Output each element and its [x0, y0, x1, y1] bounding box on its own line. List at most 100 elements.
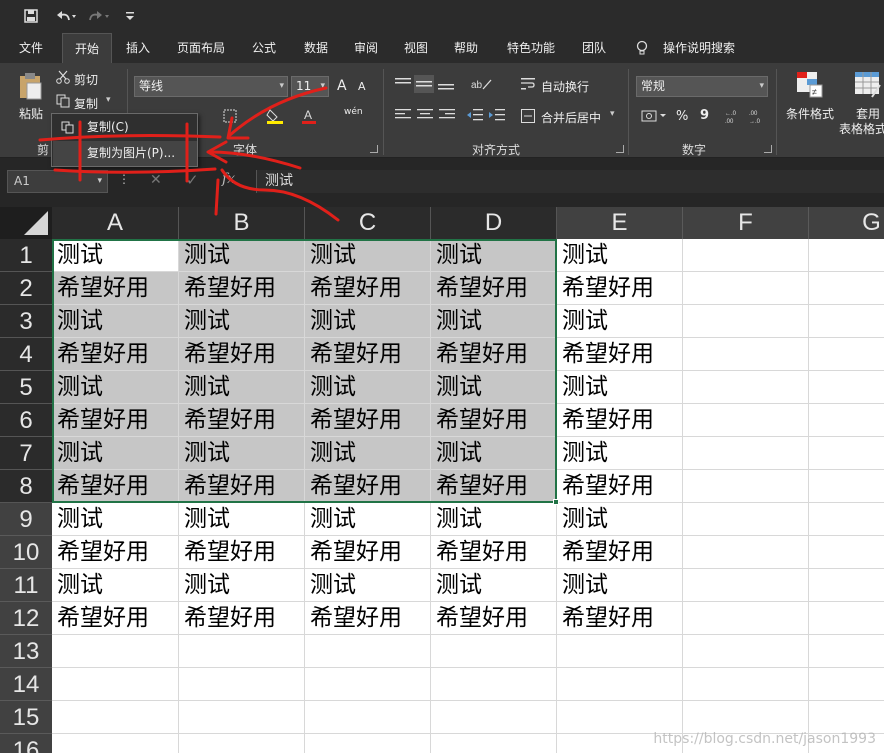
- cell-b6[interactable]: 希望好用: [179, 404, 305, 437]
- cell-f12[interactable]: [683, 602, 809, 635]
- cell-a14[interactable]: [52, 668, 179, 701]
- cell-e1[interactable]: 测试: [557, 239, 683, 272]
- cell-e4[interactable]: 希望好用: [557, 338, 683, 371]
- row-header-10[interactable]: 10: [0, 536, 52, 569]
- cell-b5[interactable]: 测试: [179, 371, 305, 404]
- cut-button[interactable]: 剪切: [74, 71, 98, 88]
- cell-a6[interactable]: 希望好用: [52, 404, 179, 437]
- column-header-f[interactable]: F: [683, 207, 809, 239]
- column-header-b[interactable]: B: [179, 207, 305, 239]
- formula-input[interactable]: 测试: [256, 170, 884, 193]
- redo-icon[interactable]: [86, 6, 112, 26]
- cell-e9[interactable]: 测试: [557, 503, 683, 536]
- cell-b3[interactable]: 测试: [179, 305, 305, 338]
- format-as-table-label-2[interactable]: 表格格式: [839, 120, 884, 137]
- tab-home[interactable]: 开始: [62, 33, 112, 63]
- cell-f1[interactable]: [683, 239, 809, 272]
- cell-a7[interactable]: 测试: [52, 437, 179, 470]
- cell-f11[interactable]: [683, 569, 809, 602]
- cell-e15[interactable]: [557, 701, 683, 734]
- decrease-indent-icon[interactable]: [466, 108, 484, 122]
- cell-e5[interactable]: 测试: [557, 371, 683, 404]
- comma-style-button[interactable]: 9: [700, 108, 709, 123]
- cell-a10[interactable]: 希望好用: [52, 536, 179, 569]
- row-header-11[interactable]: 11: [0, 569, 52, 602]
- cell-e10[interactable]: 希望好用: [557, 536, 683, 569]
- align-right-icon[interactable]: [438, 108, 456, 122]
- grow-font-button[interactable]: A: [337, 78, 347, 94]
- undo-icon[interactable]: [52, 6, 78, 26]
- cell-g4[interactable]: [809, 338, 884, 371]
- currency-icon[interactable]: [640, 108, 668, 124]
- cell-a4[interactable]: 希望好用: [52, 338, 179, 371]
- row-header-4[interactable]: 4: [0, 338, 52, 371]
- cell-d16[interactable]: [431, 734, 557, 753]
- shrink-font-button[interactable]: A: [358, 80, 366, 93]
- cell-c11[interactable]: 测试: [305, 569, 431, 602]
- cell-f2[interactable]: [683, 272, 809, 305]
- cell-c2[interactable]: 希望好用: [305, 272, 431, 305]
- cell-d10[interactable]: 希望好用: [431, 536, 557, 569]
- cell-c8[interactable]: 希望好用: [305, 470, 431, 503]
- row-header-9[interactable]: 9: [0, 503, 52, 536]
- worksheet-grid[interactable]: ABCDEFG 1 2 3 4 5 6 7 8 9 10 11 12 13 14 15 16 测试 测试 测试 测试…: [0, 207, 884, 753]
- cell-d5[interactable]: 测试: [431, 371, 557, 404]
- cell-a15[interactable]: [52, 701, 179, 734]
- cell-e11[interactable]: 测试: [557, 569, 683, 602]
- cell-c10[interactable]: 希望好用: [305, 536, 431, 569]
- cell-g2[interactable]: [809, 272, 884, 305]
- cell-d2[interactable]: 希望好用: [431, 272, 557, 305]
- row-header-6[interactable]: 6: [0, 404, 52, 437]
- row-header-8[interactable]: 8: [0, 470, 52, 503]
- cell-e13[interactable]: [557, 635, 683, 668]
- row-header-5[interactable]: 5: [0, 371, 52, 404]
- select-all-button[interactable]: [0, 207, 52, 239]
- align-middle-icon[interactable]: [414, 75, 434, 93]
- font-name-combo[interactable]: 等线 ▾: [134, 76, 288, 97]
- cell-d6[interactable]: 希望好用: [431, 404, 557, 437]
- increase-decimal-icon[interactable]: ←.0.00: [722, 107, 744, 125]
- cell-b2[interactable]: 希望好用: [179, 272, 305, 305]
- row-header-13[interactable]: 13: [0, 635, 52, 668]
- cell-g15[interactable]: [809, 701, 884, 734]
- copy-button[interactable]: 复制: [74, 95, 98, 112]
- cell-a11[interactable]: 测试: [52, 569, 179, 602]
- percent-button[interactable]: %: [676, 109, 688, 124]
- decrease-decimal-icon[interactable]: .00 →.0: [746, 107, 768, 125]
- chevron-down-icon[interactable]: ▾: [610, 109, 615, 119]
- column-header-g[interactable]: G: [809, 207, 884, 239]
- formula-bar-grip-icon[interactable]: ⋮: [118, 172, 130, 190]
- cell-g10[interactable]: [809, 536, 884, 569]
- cell-c7[interactable]: 测试: [305, 437, 431, 470]
- cell-c3[interactable]: 测试: [305, 305, 431, 338]
- cell-c5[interactable]: 测试: [305, 371, 431, 404]
- row-header-12[interactable]: 12: [0, 602, 52, 635]
- cell-g6[interactable]: [809, 404, 884, 437]
- cell-c14[interactable]: [305, 668, 431, 701]
- cell-d3[interactable]: 测试: [431, 305, 557, 338]
- row-header-2[interactable]: 2: [0, 272, 52, 305]
- column-header-d[interactable]: D: [431, 207, 557, 239]
- cell-d9[interactable]: 测试: [431, 503, 557, 536]
- cell-a9[interactable]: 测试: [52, 503, 179, 536]
- cell-a3[interactable]: 测试: [52, 305, 179, 338]
- column-header-e[interactable]: E: [557, 207, 683, 239]
- cell-f4[interactable]: [683, 338, 809, 371]
- conditional-formatting-button[interactable]: 条件格式: [786, 105, 834, 122]
- menu-item-copy-as-picture[interactable]: 复制为图片(P)...: [53, 141, 197, 166]
- cell-d13[interactable]: [431, 635, 557, 668]
- cell-g5[interactable]: [809, 371, 884, 404]
- cell-f5[interactable]: [683, 371, 809, 404]
- align-center-icon[interactable]: [416, 108, 434, 122]
- cell-f6[interactable]: [683, 404, 809, 437]
- align-top-icon[interactable]: [394, 77, 412, 91]
- cell-g13[interactable]: [809, 635, 884, 668]
- insert-function-button[interactable]: fx: [222, 171, 235, 187]
- tab-view[interactable]: 视图: [394, 33, 438, 63]
- row-header-15[interactable]: 15: [0, 701, 52, 734]
- row-header-16[interactable]: 16: [0, 734, 52, 753]
- cell-f14[interactable]: [683, 668, 809, 701]
- cell-d11[interactable]: 测试: [431, 569, 557, 602]
- cell-f8[interactable]: [683, 470, 809, 503]
- column-header-a[interactable]: A: [52, 207, 179, 239]
